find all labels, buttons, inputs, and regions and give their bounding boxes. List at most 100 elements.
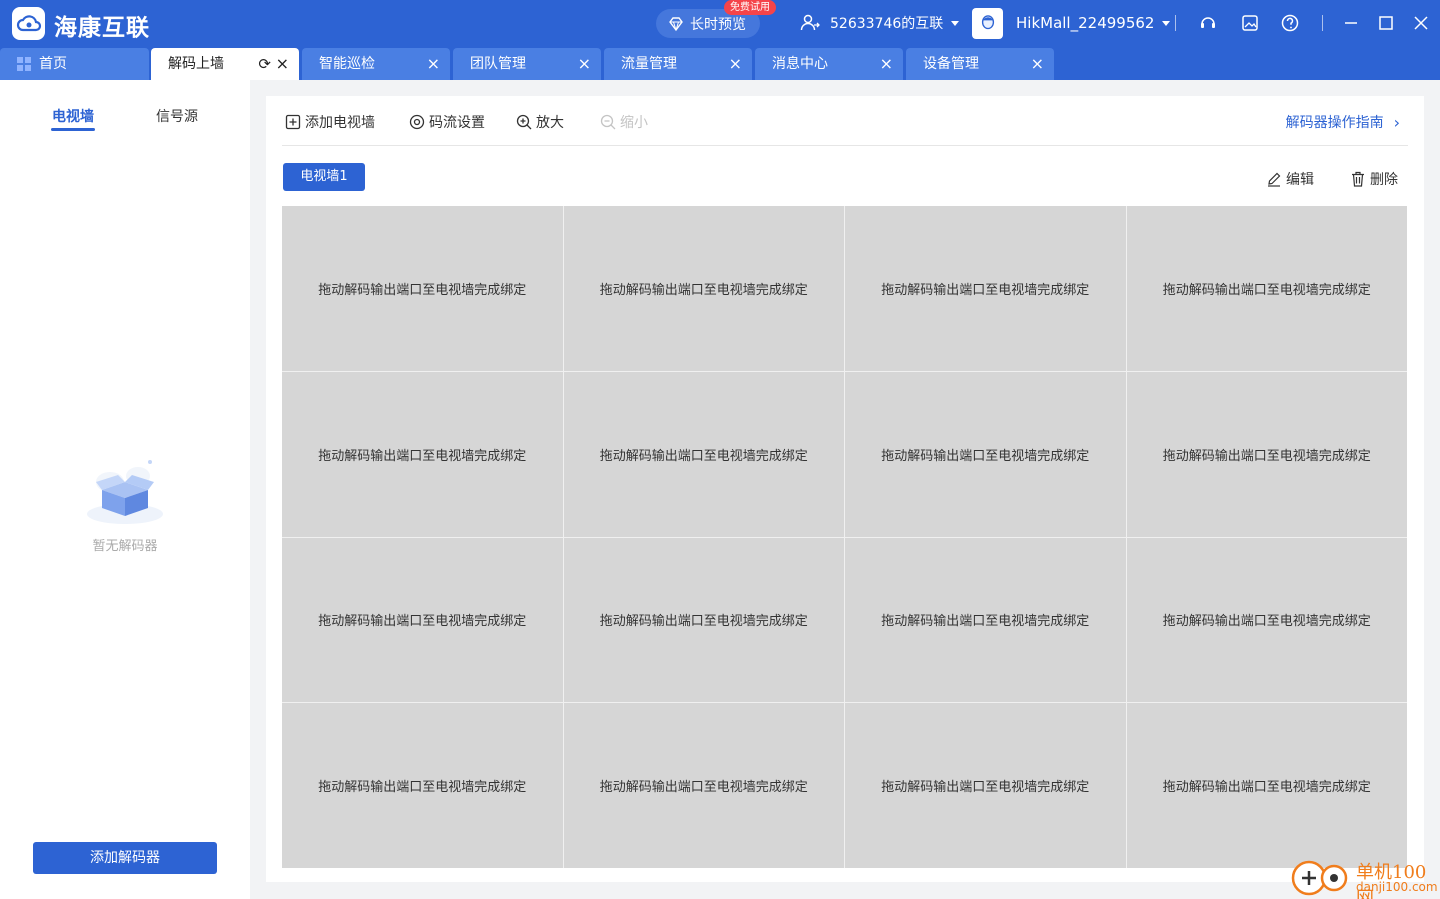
settings-icon: [409, 114, 425, 130]
stream-settings-button[interactable]: 码流设置: [409, 112, 485, 132]
zoom-in-icon: [516, 114, 532, 130]
title-bar: 海康互联 长时预览 免费试用 52633746的互联 HikMall_22499…: [0, 0, 1440, 48]
tv-wall-cell[interactable]: 拖动解码输出端口至电视墙完成绑定: [845, 703, 1126, 868]
app-title: 海康互联: [54, 15, 150, 41]
diamond-icon: [669, 16, 683, 31]
delete-button[interactable]: 删除: [1350, 169, 1398, 189]
tv-wall-cell-hint: 拖动解码输出端口至电视墙完成绑定: [881, 614, 1090, 630]
stream-settings-label: 码流设置: [429, 115, 485, 131]
tv-wall-cell-hint: 拖动解码输出端口至电视墙完成绑定: [1162, 448, 1371, 464]
divider: [1322, 15, 1323, 31]
tv-wall-cell[interactable]: 拖动解码输出端口至电视墙完成绑定: [282, 206, 563, 371]
add-decoder-button[interactable]: 添加解码器: [33, 842, 217, 874]
tab-label: 首页: [39, 56, 67, 72]
tv-wall-tab[interactable]: 电视墙1: [283, 163, 365, 191]
tab-label: 团队管理: [470, 56, 526, 72]
decoder-guide-label: 解码器操作指南: [1285, 115, 1384, 131]
close-icon[interactable]: ×: [578, 48, 591, 80]
account-switcher[interactable]: 52633746的互联: [800, 13, 960, 33]
empty-state-text: 暂无解码器: [92, 539, 158, 554]
tv-wall-cell[interactable]: 拖动解码输出端口至电视墙完成绑定: [563, 537, 844, 703]
zoom-out-button[interactable]: 缩小: [600, 112, 648, 132]
edit-button[interactable]: 编辑: [1266, 169, 1314, 189]
tv-wall-cell[interactable]: 拖动解码输出端口至电视墙完成绑定: [563, 206, 844, 371]
tab-traffic-management[interactable]: 流量管理 ×: [604, 48, 752, 80]
close-icon[interactable]: [1411, 13, 1431, 33]
watermark-line2: danji100.com: [1356, 880, 1438, 894]
sidebar-tab-signal-source[interactable]: 信号源: [156, 106, 198, 126]
tv-wall-cell[interactable]: 拖动解码输出端口至电视墙完成绑定: [282, 537, 563, 703]
avatar-figure-icon: [981, 14, 994, 29]
tv-wall-cell-hint: 拖动解码输出端口至电视墙完成绑定: [599, 282, 808, 298]
add-tv-wall-button[interactable]: 添加电视墙: [285, 112, 375, 132]
tv-wall-cell-hint: 拖动解码输出端口至电视墙完成绑定: [1162, 614, 1371, 630]
account-label: 52633746的互联: [830, 16, 944, 32]
decoder-guide-link[interactable]: 解码器操作指南 ›: [1286, 112, 1400, 132]
user-name: HikMall_22499562: [1016, 14, 1155, 32]
edit-icon: [1268, 172, 1281, 187]
close-icon[interactable]: ×: [1031, 48, 1044, 80]
tv-wall-cell[interactable]: 拖动解码输出端口至电视墙完成绑定: [563, 371, 844, 537]
trash-icon: [1352, 171, 1364, 187]
chevron-down-icon: [1162, 20, 1171, 26]
image-gallery-icon[interactable]: [1240, 13, 1260, 33]
sidebar-tab-tv-wall[interactable]: 电视墙: [52, 106, 94, 126]
divider: [1175, 15, 1176, 31]
tab-label: 流量管理: [621, 56, 677, 72]
close-icon[interactable]: ×: [880, 48, 893, 80]
user-menu[interactable]: HikMall_22499562: [1016, 14, 1171, 32]
tv-wall-cell[interactable]: 拖动解码输出端口至电视墙完成绑定: [1126, 206, 1407, 371]
tv-wall-cell[interactable]: 拖动解码输出端口至电视墙完成绑定: [1126, 537, 1407, 703]
user-switch-icon: [800, 14, 820, 31]
headset-icon[interactable]: [1198, 13, 1218, 33]
tab-device-management[interactable]: 设备管理 ×: [906, 48, 1054, 80]
free-trial-badge: 免费试用: [724, 0, 776, 15]
tab-message-center[interactable]: 消息中心 ×: [755, 48, 903, 80]
app-logo: [12, 7, 45, 40]
zoom-in-button[interactable]: 放大: [516, 112, 564, 132]
tab-home[interactable]: 首页: [0, 48, 149, 80]
tv-wall-cell-hint: 拖动解码输出端口至电视墙完成绑定: [881, 282, 1090, 298]
zoom-out-label: 缩小: [620, 115, 648, 131]
tab-label: 消息中心: [772, 56, 828, 72]
tv-wall-cell-hint: 拖动解码输出端口至电视墙完成绑定: [881, 780, 1090, 796]
empty-box-icon: [87, 460, 163, 524]
minimize-icon[interactable]: [1341, 13, 1361, 33]
delete-label: 删除: [1370, 172, 1398, 188]
tv-wall-cell[interactable]: 拖动解码输出端口至电视墙完成绑定: [282, 703, 563, 868]
tv-wall-cell-hint: 拖动解码输出端口至电视墙完成绑定: [318, 614, 527, 630]
tv-wall-cell-hint: 拖动解码输出端口至电视墙完成绑定: [599, 780, 808, 796]
edit-label: 编辑: [1286, 172, 1314, 188]
tab-team-management[interactable]: 团队管理 ×: [453, 48, 601, 80]
tv-wall-cell-hint: 拖动解码输出端口至电视墙完成绑定: [1162, 780, 1371, 796]
tv-wall-cell-hint: 拖动解码输出端口至电视墙完成绑定: [318, 282, 527, 298]
tv-wall-cell-hint: 拖动解码输出端口至电视墙完成绑定: [1162, 282, 1371, 298]
tv-wall-cell[interactable]: 拖动解码输出端口至电视墙完成绑定: [563, 703, 844, 868]
tv-wall-cell[interactable]: 拖动解码输出端口至电视墙完成绑定: [845, 537, 1126, 703]
main-panel: 添加电视墙 码流设置 放大 缩小 解码器操作指南 › 电视墙1 编辑 删除 拖动…: [266, 96, 1424, 882]
tab-smart-patrol[interactable]: 智能巡检 ×: [302, 48, 450, 80]
tv-wall-cell-hint: 拖动解码输出端口至电视墙完成绑定: [318, 448, 527, 464]
close-icon[interactable]: ×: [276, 48, 289, 80]
tab-label: 解码上墙: [168, 56, 224, 72]
help-icon[interactable]: [1280, 13, 1300, 33]
chevron-right-icon: ›: [1393, 112, 1400, 132]
tv-wall-cell-hint: 拖动解码输出端口至电视墙完成绑定: [599, 448, 808, 464]
tv-wall-cell-hint: 拖动解码输出端口至电视墙完成绑定: [318, 780, 527, 796]
close-icon[interactable]: ×: [427, 48, 440, 80]
tv-wall-cell[interactable]: 拖动解码输出端口至电视墙完成绑定: [282, 371, 563, 537]
cloud-logo-icon: [16, 14, 41, 31]
tab-label: 设备管理: [923, 56, 979, 72]
avatar[interactable]: [972, 8, 1003, 39]
tv-wall-cell[interactable]: 拖动解码输出端口至电视墙完成绑定: [845, 206, 1126, 371]
tv-wall-cell[interactable]: 拖动解码输出端口至电视墙完成绑定: [1126, 703, 1407, 868]
zoom-in-label: 放大: [536, 115, 564, 131]
tab-label: 智能巡检: [319, 56, 375, 72]
tv-wall-cell[interactable]: 拖动解码输出端口至电视墙完成绑定: [845, 371, 1126, 537]
toolbar-divider: [282, 145, 1408, 146]
maximize-icon[interactable]: [1376, 13, 1396, 33]
close-icon[interactable]: ×: [729, 48, 742, 80]
tab-decode-wall[interactable]: 解码上墙 ⟳ ×: [151, 48, 299, 80]
tv-wall-cell[interactable]: 拖动解码输出端口至电视墙完成绑定: [1126, 371, 1407, 537]
refresh-icon[interactable]: ⟳: [258, 48, 271, 80]
